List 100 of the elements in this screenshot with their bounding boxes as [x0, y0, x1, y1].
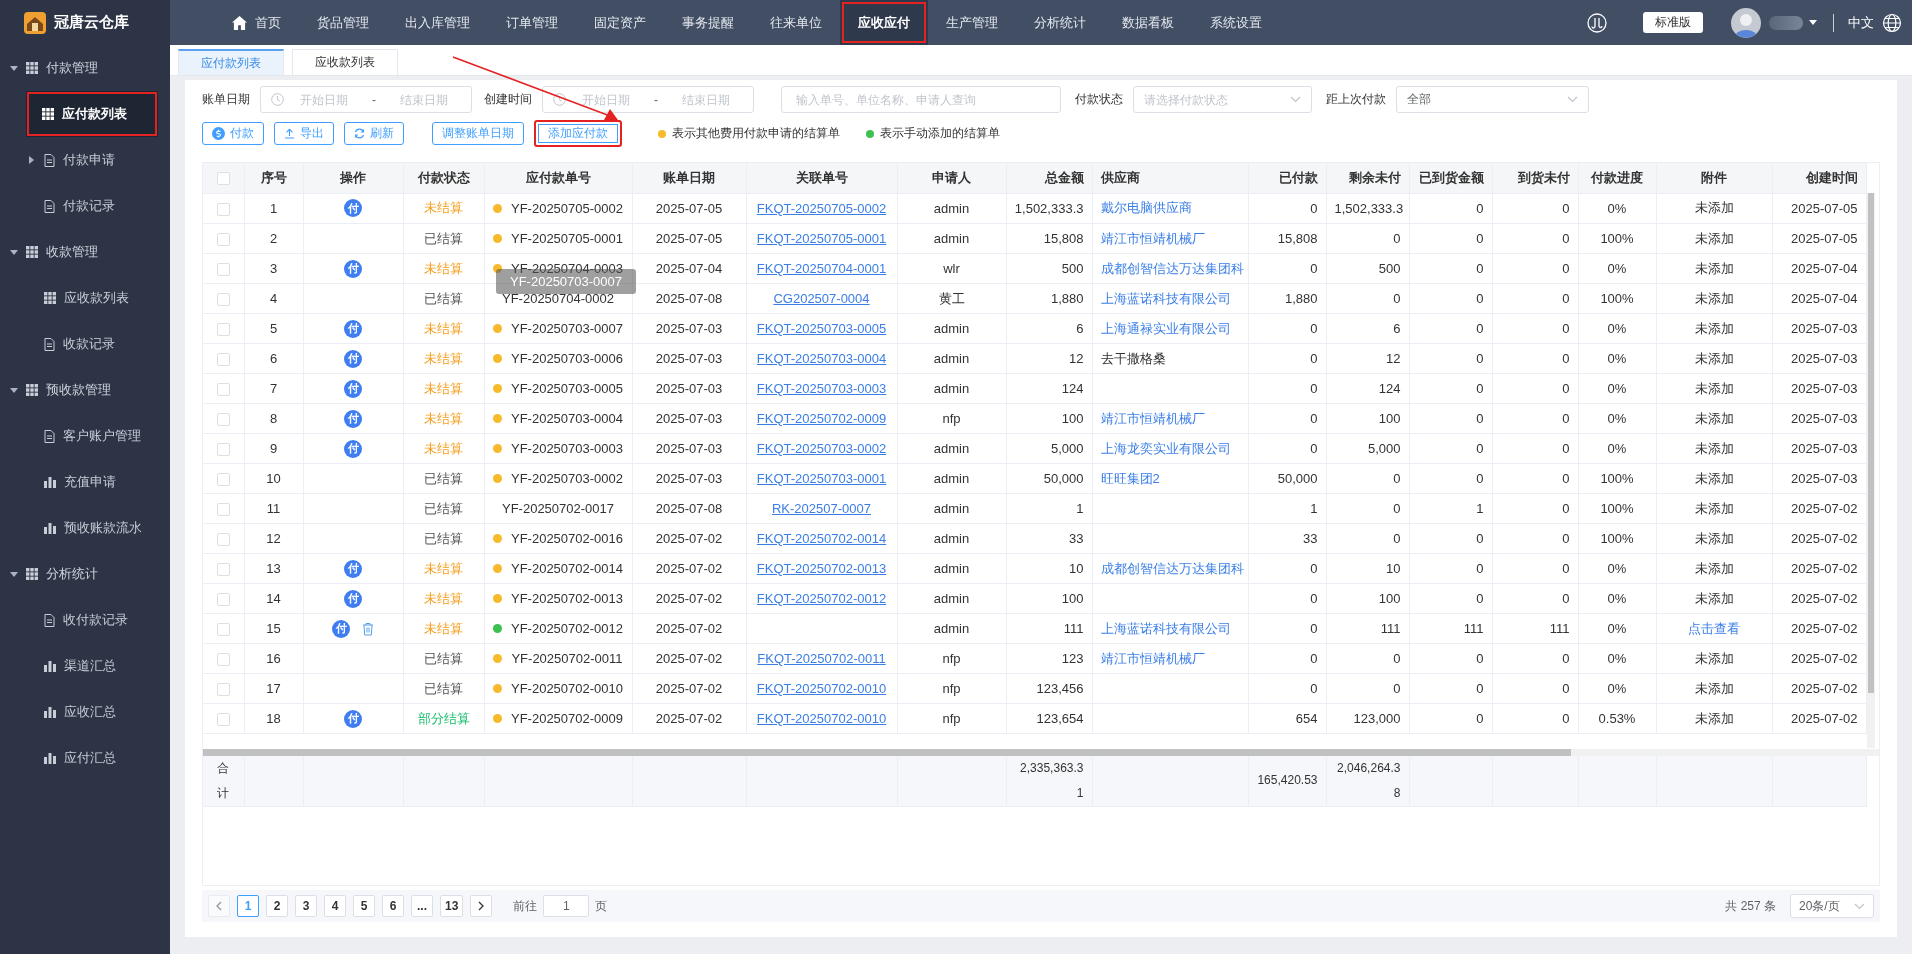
menu-item[interactable]: 付款申请	[0, 137, 170, 183]
vertical-scrollbar[interactable]	[1866, 193, 1875, 748]
toolbar-button[interactable]: 刷新	[344, 122, 404, 145]
menu-group[interactable]: 预收款管理	[0, 367, 170, 413]
goto-page-field[interactable]: 1	[543, 895, 590, 917]
nav-tab[interactable]: 生产管理	[928, 0, 1016, 45]
pay-button[interactable]: 付	[344, 589, 362, 608]
row-checkbox[interactable]	[216, 353, 230, 367]
supplier-link[interactable]: 上海龙奕实业有限公司	[1100, 440, 1231, 456]
page-button[interactable]: 5	[353, 895, 375, 917]
avatar-icon[interactable]	[1731, 7, 1761, 38]
menu-item[interactable]: 收付款记录	[0, 597, 170, 643]
toolbar-button[interactable]: 付款	[202, 122, 264, 145]
tab[interactable]: 应付款列表	[178, 49, 284, 75]
pay-button[interactable]: 付	[344, 709, 362, 728]
pay-button[interactable]: 付	[344, 349, 362, 368]
row-checkbox[interactable]	[216, 503, 230, 517]
menu-item[interactable]: 应付汇总	[0, 735, 170, 781]
row-checkbox[interactable]	[216, 202, 230, 216]
menu-group[interactable]: 付款管理	[0, 45, 170, 91]
page-button[interactable]: 13	[440, 895, 464, 917]
nav-tab[interactable]: 订单管理	[488, 0, 576, 45]
row-checkbox[interactable]	[216, 473, 230, 487]
row-checkbox[interactable]	[216, 383, 230, 397]
related-order-link[interactable]: FKQT-20250704-0001	[756, 261, 887, 276]
created-date-range-field[interactable]: 开始日期 - 结束日期	[542, 86, 754, 113]
menu-item[interactable]: 付款记录	[0, 183, 170, 229]
row-checkbox[interactable]	[216, 293, 230, 307]
nav-tab[interactable]: 首页	[214, 0, 299, 45]
pay-button[interactable]: 付	[344, 199, 362, 218]
nav-tab[interactable]: 货品管理	[299, 0, 387, 45]
nav-tab[interactable]: 系统设置	[1192, 0, 1280, 45]
menu-group[interactable]: 收款管理	[0, 229, 170, 275]
menu-item[interactable]: 应收汇总	[0, 689, 170, 735]
pay-button[interactable]: 付	[344, 319, 362, 338]
nav-tab[interactable]: 往来单位	[752, 0, 840, 45]
pay-button[interactable]: 付	[344, 379, 362, 398]
supplier-link[interactable]: 成都创智信达万达集团科	[1100, 260, 1244, 276]
globe-icon[interactable]	[1882, 12, 1902, 33]
supplier-link[interactable]: 靖江市恒靖机械厂	[1100, 410, 1205, 426]
row-checkbox[interactable]	[216, 683, 230, 697]
menu-item[interactable]: 渠道汇总	[0, 643, 170, 689]
related-order-link[interactable]: FKQT-20250702-0010	[756, 711, 887, 726]
horizontal-scrollbar[interactable]	[203, 748, 1879, 756]
menu-item[interactable]: 预收账款流水	[0, 505, 170, 551]
row-checkbox[interactable]	[216, 443, 230, 457]
row-checkbox[interactable]	[216, 263, 230, 277]
toolbar-button[interactable]: 导出	[274, 122, 334, 145]
circled-symbol-icon[interactable]	[1587, 12, 1607, 33]
nav-tab[interactable]: 事务提醒	[664, 0, 752, 45]
search-field[interactable]: 输入单号、单位名称、申请人查询	[781, 86, 1061, 113]
related-order-link[interactable]: FKQT-20250703-0001	[756, 471, 887, 486]
related-order-link[interactable]: FKQT-20250703-0003	[756, 381, 887, 396]
menu-item[interactable]: 收款记录	[0, 321, 170, 367]
start-date-input[interactable]: 开始日期	[290, 92, 358, 107]
page-button[interactable]: 2	[266, 895, 288, 917]
pay-button[interactable]: 付	[344, 259, 362, 278]
supplier-link[interactable]: 成都创智信达万达集团科	[1100, 560, 1244, 576]
attachment-link[interactable]: 点击查看	[1688, 620, 1740, 636]
related-order-link[interactable]: FKQT-20250703-0005	[756, 321, 887, 336]
page-button[interactable]: ...	[411, 895, 433, 917]
row-checkbox[interactable]	[216, 593, 230, 607]
toolbar-button[interactable]: 调整账单日期	[432, 122, 524, 145]
row-checkbox[interactable]	[216, 323, 230, 337]
payment-status-select[interactable]: 请选择付款状态	[1133, 86, 1312, 113]
supplier-link[interactable]: 上海蓝诺科技有限公司	[1100, 620, 1231, 636]
related-order-link[interactable]: FKQT-20250702-0009	[756, 411, 887, 426]
end-date-input[interactable]: 结束日期	[672, 92, 740, 107]
end-date-input[interactable]: 结束日期	[390, 92, 458, 107]
pay-button[interactable]: 付	[344, 559, 362, 578]
row-checkbox[interactable]	[216, 713, 230, 727]
supplier-link[interactable]: 旺旺集团2	[1100, 470, 1160, 486]
tab[interactable]: 应收款列表	[292, 49, 398, 75]
next-page-button[interactable]	[470, 895, 493, 917]
row-checkbox[interactable]	[216, 533, 230, 547]
related-order-link[interactable]: CG202507-0004	[773, 291, 870, 306]
supplier-link[interactable]: 上海蓝诺科技有限公司	[1100, 290, 1231, 306]
pay-button[interactable]: 付	[332, 619, 350, 638]
page-button[interactable]: 6	[382, 895, 404, 917]
related-order-link[interactable]: FKQT-20250702-0014	[756, 531, 887, 546]
nav-tab[interactable]: 数据看板	[1104, 0, 1192, 45]
last-payment-select[interactable]: 全部	[1396, 86, 1589, 113]
last-payment-input[interactable]: 全部	[1407, 92, 1547, 107]
related-order-link[interactable]: FKQT-20250703-0002	[756, 441, 887, 456]
supplier-link[interactable]: 上海通禄实业有限公司	[1100, 320, 1231, 336]
related-order-link[interactable]: RK-202507-0007	[772, 501, 871, 516]
nav-tab[interactable]: 固定资产	[576, 0, 664, 45]
bill-date-range-field[interactable]: 开始日期 - 结束日期	[260, 86, 472, 113]
related-order-link[interactable]: FKQT-20250705-0001	[756, 231, 887, 246]
menu-item[interactable]: 应付款列表	[26, 91, 158, 137]
toolbar-button[interactable]: 添加应付款	[534, 120, 622, 147]
trash-icon[interactable]	[362, 621, 374, 636]
page-button[interactable]: 3	[295, 895, 317, 917]
related-order-link[interactable]: FKQT-20250702-0013	[756, 561, 887, 576]
related-order-link[interactable]: FKQT-20250702-0011	[757, 651, 886, 666]
nav-tab[interactable]: 分析统计	[1016, 0, 1104, 45]
related-order-link[interactable]: FKQT-20250705-0002	[756, 200, 887, 216]
supplier-link[interactable]: 靖江市恒靖机械厂	[1100, 650, 1205, 666]
nav-tab[interactable]: 应收应付	[840, 0, 928, 45]
row-checkbox[interactable]	[216, 623, 230, 637]
